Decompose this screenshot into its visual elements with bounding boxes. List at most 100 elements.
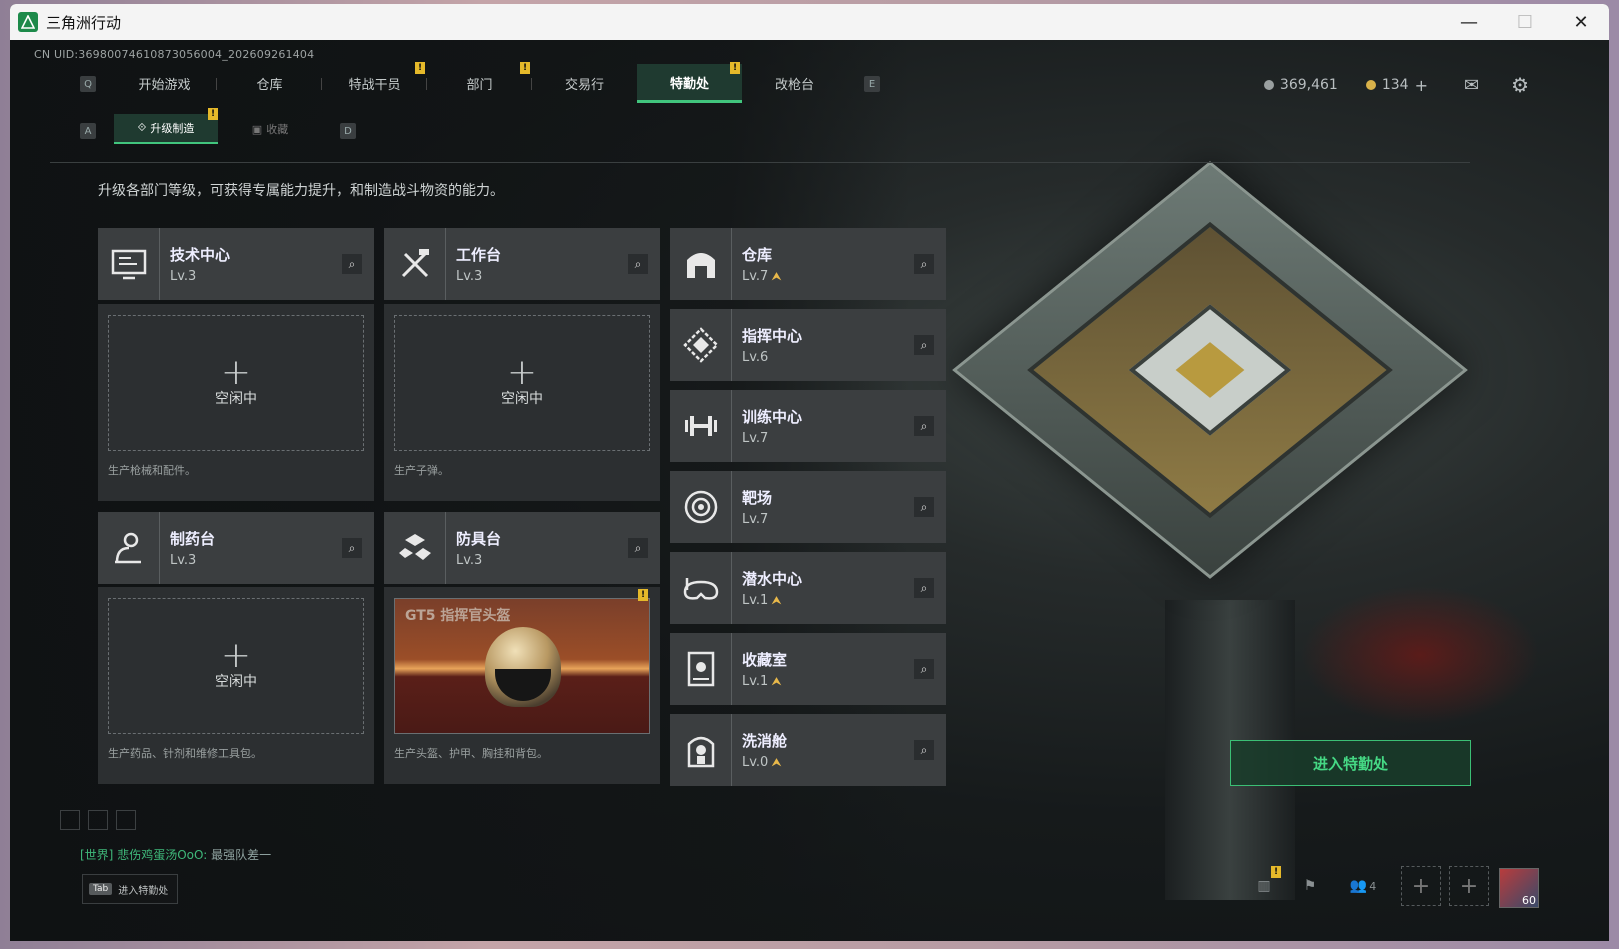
facility-card-shooting-range[interactable]: 靶场 Lv.7 ⌕ (670, 471, 946, 543)
upgrade-available-icon: ⮝ (771, 674, 782, 688)
chat-line[interactable]: [世界] 悲伤鸡蛋汤OoO: 最强队差一 (80, 846, 271, 863)
tab-gunsmith[interactable]: 改枪台 (742, 64, 847, 103)
subtab-label: 收藏 (266, 123, 289, 136)
facility-name: 洗消舱 (742, 732, 788, 750)
tab-shortcut-hint[interactable]: Tab 进入特勤处 (82, 874, 178, 904)
player-avatar[interactable]: 60 (1499, 868, 1539, 908)
tab-label: 部门 (466, 78, 493, 93)
search-icon[interactable]: ⌕ (914, 578, 934, 598)
search-icon[interactable]: ⌕ (342, 254, 362, 274)
facility-card-diving-center[interactable]: 潜水中心 Lv.1 ⮝ ⌕ (670, 552, 946, 624)
slot-status: 空闲中 (215, 391, 257, 407)
divider (50, 162, 1470, 163)
sub-tabs: ⟐ 升级制造! ▣ 收藏 (114, 108, 322, 144)
search-icon[interactable]: ⌕ (914, 416, 934, 436)
facility-level-row: Lv.1 ⮝ (742, 674, 787, 689)
stats-chart-icon[interactable]: ▥! (1241, 866, 1287, 906)
subtab-upgrade-craft[interactable]: ⟐ 升级制造! (114, 108, 218, 144)
workshop-level: Lv.3 (170, 553, 197, 568)
workshop-caption: 生产头盔、护甲、胸挂和背包。 (394, 747, 548, 760)
tab-warehouse[interactable]: 仓库 (217, 64, 322, 103)
chat-message: 最强队差一 (211, 848, 272, 862)
workshop-slot-armor: GT5 指挥官头盔 ! 生产头盔、护甲、胸挂和背包。 (384, 587, 660, 784)
facility-name: 靶场 (742, 489, 773, 507)
flag-icon[interactable]: ⚑ (1287, 866, 1333, 906)
add-teammate-button[interactable]: + (1401, 866, 1441, 906)
idle-slot-button[interactable]: + 空闲中 (108, 315, 364, 451)
search-icon[interactable]: ⌕ (914, 659, 934, 679)
enter-special-ops-button[interactable]: 进入特勤处 (1230, 740, 1471, 786)
workshop-card-workbench[interactable]: 工作台 Lv.3 ⌕ (384, 228, 660, 300)
subtab-collection[interactable]: ▣ 收藏 (218, 114, 322, 144)
facility-card-decontamination[interactable]: 洗消舱 Lv.0 ⮝ ⌕ (670, 714, 946, 786)
workshop-level: Lv.3 (456, 553, 483, 568)
facility-level-row: Lv.7 (742, 431, 802, 446)
search-icon[interactable]: ⌕ (914, 254, 934, 274)
idle-slot-button[interactable]: + 空闲中 (394, 315, 650, 451)
facility-level-row: Lv.6 (742, 350, 802, 365)
collection-icon: ▣ (251, 122, 263, 136)
slot-status: 空闲中 (215, 674, 257, 690)
workshop-card-tech-center[interactable]: 技术中心 Lv.3 ⌕ (98, 228, 374, 300)
quick-slot[interactable] (60, 810, 80, 830)
quick-slot[interactable] (88, 810, 108, 830)
monitor-icon (98, 228, 160, 300)
notification-badge: ! (638, 589, 648, 601)
crafting-product-slot[interactable]: GT5 指挥官头盔 (394, 598, 650, 734)
collection-icon (670, 633, 732, 705)
facility-card-command-center[interactable]: 指挥中心 Lv.6 ⌕ (670, 309, 946, 381)
search-icon[interactable]: ⌕ (628, 254, 648, 274)
background-glow (1300, 585, 1540, 725)
slot-status: 空闲中 (501, 391, 543, 407)
workshop-name: 防具台 (456, 530, 502, 548)
add-currency-button[interactable]: + (1415, 76, 1428, 95)
facility-level: Lv.0 (742, 755, 769, 770)
quick-slot[interactable] (116, 810, 136, 830)
search-icon[interactable]: ⌕ (628, 538, 648, 558)
facility-name: 指挥中心 (742, 327, 803, 345)
tab-hint-label: 进入特勤处 (118, 885, 169, 897)
add-teammate-button[interactable]: + (1449, 866, 1489, 906)
workshop-slot-tech-center: + 空闲中 生产枪械和配件。 (98, 304, 374, 501)
tab-label: 特勤处 (669, 76, 709, 92)
tab-trading[interactable]: 交易行 (532, 64, 637, 103)
minimize-button[interactable]: — (1441, 4, 1497, 40)
settings-gear-icon[interactable]: ⚙ (1511, 73, 1529, 97)
search-icon[interactable]: ⌕ (914, 335, 934, 355)
facility-level-row: Lv.7 ⮝ (742, 269, 782, 284)
search-icon[interactable]: ⌕ (914, 740, 934, 760)
facility-name: 潜水中心 (742, 570, 803, 588)
facility-card-warehouse[interactable]: 仓库 Lv.7 ⮝ ⌕ (670, 228, 946, 300)
coupon-amount: 134 (1381, 77, 1409, 93)
plus-icon: + (220, 635, 252, 676)
tab-operators[interactable]: 特战干员! (322, 62, 427, 103)
player-uid: CN UID:3698007461087305600​4_20260926140… (34, 48, 315, 61)
tab-start-game[interactable]: 开始游戏 (112, 64, 217, 103)
facility-card-collection-room[interactable]: 收藏室 Lv.1 ⮝ ⌕ (670, 633, 946, 705)
idle-slot-button[interactable]: + 空闲中 (108, 598, 364, 734)
tab-label: 交易行 (564, 78, 604, 93)
plus-icon: + (220, 352, 252, 393)
currency-bar: 369,461 134 + ✉ ⚙ (1263, 70, 1529, 100)
mail-icon[interactable]: ✉ (1464, 75, 1479, 96)
close-button[interactable]: ✕ (1553, 4, 1609, 40)
app-logo-icon (18, 12, 38, 32)
workshop-card-armor[interactable]: 防具台 Lv.3 ⌕ (384, 512, 660, 584)
upgrade-available-icon: ⮝ (771, 269, 782, 283)
window-title: 三角洲行动 (46, 13, 122, 32)
facility-level: Lv.1 (742, 593, 769, 608)
notification-badge: ! (208, 108, 218, 120)
search-icon[interactable]: ⌕ (914, 497, 934, 517)
warehouse-icon (670, 228, 732, 300)
target-icon (670, 471, 732, 543)
workshop-name: 制药台 (170, 530, 216, 548)
maximize-button[interactable]: ☐ (1497, 4, 1553, 40)
search-icon[interactable]: ⌕ (342, 538, 362, 558)
tab-special-ops[interactable]: 特勤处! (637, 62, 742, 103)
tab-department[interactable]: 部门! (427, 62, 532, 103)
notification-badge: ! (520, 62, 530, 74)
workshop-card-pharmacy[interactable]: 制药台 Lv.3 ⌕ (98, 512, 374, 584)
facility-card-training-center[interactable]: 训练中心 Lv.7 ⌕ (670, 390, 946, 462)
facility-level-row: Lv.7 (742, 512, 772, 527)
friends-icon[interactable]: 👥 4 (1333, 866, 1393, 906)
